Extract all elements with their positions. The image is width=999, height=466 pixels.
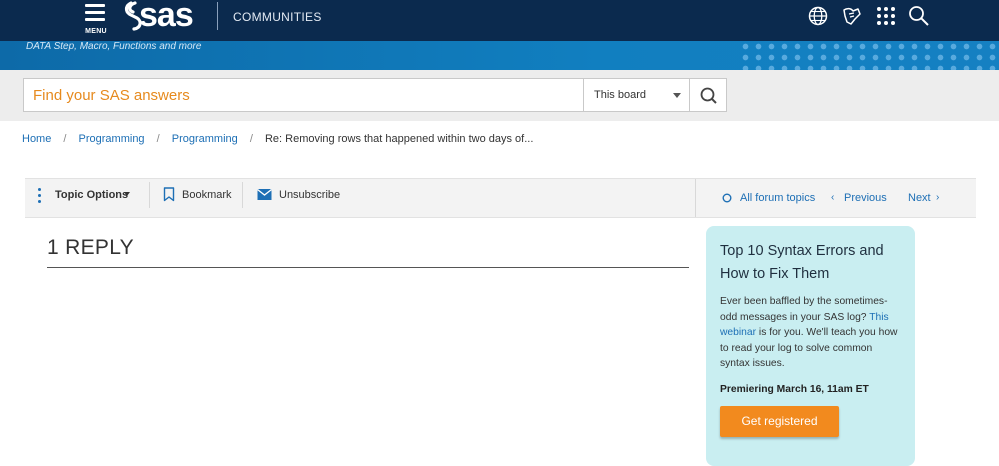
replies-divider [47, 267, 689, 268]
sas-logo[interactable]: sas [123, 0, 203, 34]
search-submit-button[interactable] [689, 78, 727, 112]
kebab-icon [38, 188, 41, 206]
sas-logo-text: sas [139, 0, 194, 34]
promo-title: Top 10 Syntax Errors and How to Fix Them [720, 243, 884, 282]
bookmark-label: Bookmark [182, 189, 232, 201]
globe-icon[interactable] [807, 5, 829, 27]
breadcrumb-separator: / [249, 133, 253, 145]
toolbar-divider [695, 179, 696, 217]
breadcrumb-programming[interactable]: Programming [79, 133, 145, 145]
promo-description: Ever been baffled by the sometimes-odd m… [720, 294, 901, 372]
topic-toolbar: Topic Options Bookmark Unsubscribe All f… [25, 178, 976, 218]
search-icon [700, 87, 717, 104]
unsubscribe-button[interactable]: Unsubscribe [257, 179, 357, 217]
board-subtitle: DATA Step, Macro, Functions and more [26, 41, 202, 52]
next-label: Next [908, 192, 931, 204]
menu-label: MENU [85, 28, 107, 35]
hand-icon[interactable] [841, 5, 863, 27]
promo-date: Premiering March 16, 11am ET [720, 383, 869, 395]
replies-heading: 1 REPLY [47, 236, 134, 259]
all-forum-topics-link[interactable]: All forum topics [722, 179, 817, 217]
all-forum-topics-label: All forum topics [740, 192, 816, 204]
topic-options-label: Topic Options [55, 189, 129, 201]
breadcrumb-separator: / [63, 133, 67, 145]
topic-options-menu[interactable]: Topic Options [25, 179, 147, 217]
banner-dot-pattern [739, 41, 999, 70]
toolbar-divider [149, 182, 150, 208]
circle-icon [722, 193, 732, 203]
caret-down-icon [124, 192, 130, 196]
toolbar-divider [242, 182, 243, 208]
hamburger-icon [85, 4, 105, 25]
chevron-right-icon: › [936, 192, 940, 203]
search-scope-value: This board [594, 89, 646, 101]
breadcrumb-separator: / [156, 133, 160, 145]
promo-card: Top 10 Syntax Errors and How to Fix Them… [706, 226, 915, 466]
next-topic-link[interactable]: Next › [908, 179, 948, 217]
bookmark-icon [163, 187, 175, 202]
breadcrumb-current: Re: Removing rows that happened within t… [264, 133, 534, 145]
menu-button[interactable]: MENU [82, 2, 110, 38]
search-scope-select[interactable]: This board [583, 78, 690, 112]
unsubscribe-label: Unsubscribe [279, 189, 341, 201]
breadcrumb-home[interactable]: Home [22, 133, 51, 145]
breadcrumb: Home / Programming / Programming / Re: R… [22, 133, 533, 145]
board-banner: DATA Step, Macro, Functions and more [0, 41, 999, 70]
breadcrumb-programming-board[interactable]: Programming [172, 133, 238, 145]
header-divider [217, 2, 218, 30]
chevron-left-icon: ‹ [831, 192, 835, 203]
get-registered-button[interactable]: Get registered [720, 406, 839, 437]
search-input[interactable] [23, 78, 584, 112]
promo-text-before: Ever been baffled by the sometimes-odd m… [720, 296, 888, 323]
chevron-down-icon [673, 93, 681, 98]
communities-link[interactable]: COMMUNITIES [233, 10, 322, 24]
envelope-icon [257, 188, 272, 200]
search-band: This board [0, 70, 999, 121]
grid-icon[interactable] [875, 5, 897, 27]
previous-topic-link[interactable]: ‹ Previous [831, 179, 893, 217]
bookmark-button[interactable]: Bookmark [163, 179, 253, 217]
search-icon[interactable] [908, 5, 930, 27]
previous-label: Previous [844, 192, 887, 204]
top-nav-bar: MENU sas COMMUNITIES [0, 0, 999, 41]
